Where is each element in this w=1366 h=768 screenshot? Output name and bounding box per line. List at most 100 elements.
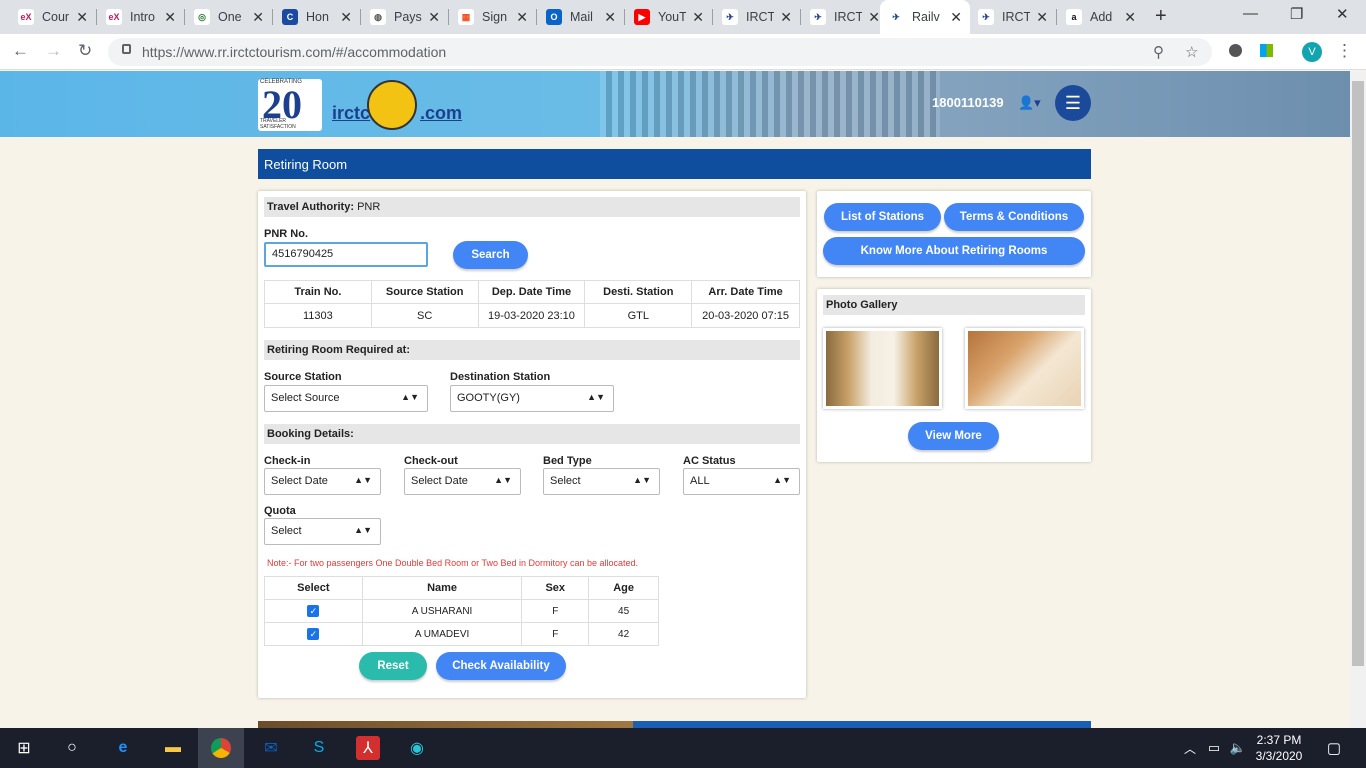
browser-tab[interactable]: ✈ Railv ✕ — [880, 0, 970, 34]
more-menu-icon[interactable]: ⋮ — [1336, 41, 1353, 61]
browser-tab[interactable]: ✈ IRCT ✕ — [802, 0, 888, 34]
notifications-icon[interactable]: ▢ — [1322, 736, 1346, 760]
youtube-icon: ▶ — [634, 9, 650, 25]
tab-close-icon[interactable]: ✕ — [1036, 9, 1048, 26]
show-hidden-icons[interactable]: ︿ — [1178, 736, 1202, 760]
address-bar[interactable]: https://www.rr.irctctourism.com/#/accomm… — [108, 38, 1212, 66]
chrome-icon[interactable] — [209, 736, 233, 760]
anniversary-logo[interactable]: CELEBRATING 20 TRAVELER SATISFACTION — [258, 79, 322, 131]
minimize-icon[interactable]: — — [1243, 5, 1258, 22]
irctc-train-logo — [367, 80, 417, 130]
destination-station-select[interactable]: GOOTY(GY) ▲▼ — [450, 385, 614, 412]
source-station-select[interactable]: Select Source ▲▼ — [264, 385, 428, 412]
tab-close-icon[interactable]: ✕ — [692, 9, 704, 26]
new-tab-button[interactable]: + — [1155, 5, 1167, 28]
ac-status-select[interactable]: ALL ▲▼ — [683, 468, 800, 495]
gallery-photo[interactable] — [823, 328, 942, 409]
table-header: Arr. Date Time — [691, 280, 800, 304]
tab-close-icon[interactable]: ✕ — [868, 9, 880, 26]
tab-close-icon[interactable]: ✕ — [604, 9, 616, 26]
tab-separator — [272, 9, 273, 25]
volume-icon[interactable]: 🔈 — [1226, 736, 1250, 760]
file-explorer-icon[interactable]: ▬ — [161, 736, 185, 760]
outlook-icon[interactable]: ✉ — [259, 736, 283, 760]
reload-icon[interactable]: ↻ — [78, 41, 92, 61]
terms-conditions-button[interactable]: Terms & Conditions — [944, 203, 1084, 231]
tab-close-icon[interactable]: ✕ — [428, 9, 440, 26]
tab-close-icon[interactable]: ✕ — [340, 9, 352, 26]
footer-banner — [258, 721, 1091, 728]
app-icon[interactable]: ◉ — [405, 736, 429, 760]
tab-separator — [360, 9, 361, 25]
tab-close-icon[interactable]: ✕ — [252, 9, 264, 26]
tab-close-icon[interactable]: ✕ — [164, 9, 176, 26]
extension-icon[interactable] — [1229, 44, 1242, 57]
brand-name-right[interactable]: .com — [420, 103, 462, 124]
system-clock[interactable]: 2:37 PM 3/3/2020 — [1252, 732, 1306, 764]
select-arrow-icon: ▲▼ — [401, 392, 419, 402]
source-station-label: Source Station — [264, 371, 342, 383]
browser-tab[interactable]: a Add ✕ — [1058, 0, 1144, 34]
scrollbar-thumb[interactable] — [1352, 81, 1364, 666]
tab-separator — [712, 9, 713, 25]
close-window-icon[interactable]: ✕ — [1336, 5, 1349, 23]
browser-tab[interactable]: ▦ Sign ✕ — [450, 0, 536, 34]
bed-type-select[interactable]: Select ▲▼ — [543, 468, 660, 495]
select-arrow-icon: ▲▼ — [354, 475, 372, 485]
tab-close-icon[interactable]: ✕ — [950, 9, 962, 26]
browser-tab[interactable]: ▶ YouT ✕ — [626, 0, 712, 34]
checkout-select[interactable]: Select Date ▲▼ — [404, 468, 521, 495]
browser-tab[interactable]: ✈ IRCT ✕ — [970, 0, 1056, 34]
hamburger-menu-button[interactable]: ☰ — [1055, 85, 1091, 121]
travel-authority-section: Travel Authority: PNR — [264, 197, 800, 217]
checkin-select[interactable]: Select Date ▲▼ — [264, 468, 381, 495]
know-more-button[interactable]: Know More About Retiring Rooms — [823, 237, 1085, 265]
windows-extension-icon[interactable] — [1260, 44, 1273, 57]
pnr-input[interactable]: 4516790425 — [264, 242, 428, 267]
network-icon[interactable]: ▭ — [1202, 736, 1226, 760]
browser-tab-strip: + — ❐ ✕ eX Cour ✕ eX Intro ✕ ◎ One ✕ C Hon ✕ ◍ Pays ✕ ▦… — [0, 0, 1366, 34]
outlook-icon: O — [546, 9, 562, 25]
browser-tab[interactable]: eX Cour ✕ — [10, 0, 96, 34]
search-icon[interactable]: ○ — [60, 736, 84, 760]
passenger-checkbox[interactable]: ✓ — [307, 628, 320, 640]
windows-start-icon[interactable]: ⊞ — [12, 736, 36, 760]
forward-icon[interactable]: → — [45, 41, 62, 61]
back-icon[interactable]: ← — [12, 41, 29, 61]
reset-button[interactable]: Reset — [359, 652, 427, 680]
page-scrollbar[interactable] — [1350, 71, 1366, 728]
view-more-button[interactable]: View More — [908, 422, 999, 450]
search-button[interactable]: Search — [453, 241, 528, 269]
train-details-table: Train No. Source Station Dep. Date Time … — [264, 280, 800, 328]
browser-tab[interactable]: ◍ Pays ✕ — [362, 0, 448, 34]
profile-avatar[interactable]: V — [1302, 42, 1322, 62]
bookmark-star-icon[interactable]: ☆ — [1185, 43, 1198, 61]
brand-name-left[interactable]: irctc — [332, 103, 370, 124]
browser-tab[interactable]: ◎ One ✕ — [186, 0, 272, 34]
tab-title: Add — [1090, 10, 1113, 24]
browser-tab[interactable]: eX Intro ✕ — [98, 0, 184, 34]
quota-select[interactable]: Select ▲▼ — [264, 518, 381, 545]
zoom-icon[interactable]: ⚲ — [1153, 43, 1164, 61]
table-header: Sex — [521, 576, 590, 600]
passenger-checkbox[interactable]: ✓ — [307, 605, 320, 617]
tab-close-icon[interactable]: ✕ — [1124, 9, 1136, 26]
tab-separator — [624, 9, 625, 25]
user-account-icon[interactable]: 👤▾ — [1018, 95, 1041, 111]
skype-icon[interactable]: S — [307, 736, 331, 760]
list-of-stations-button[interactable]: List of Stations — [824, 203, 941, 231]
edge-icon[interactable]: e — [111, 736, 135, 760]
checkout-label: Check-out — [404, 455, 458, 467]
tab-close-icon[interactable]: ✕ — [780, 9, 792, 26]
tab-close-icon[interactable]: ✕ — [76, 9, 88, 26]
browser-tab[interactable]: ✈ IRCT ✕ — [714, 0, 800, 34]
browser-tab[interactable]: C Hon ✕ — [274, 0, 360, 34]
restore-icon[interactable]: ❐ — [1290, 5, 1303, 23]
gallery-photo[interactable] — [965, 328, 1084, 409]
tab-separator — [1056, 9, 1057, 25]
browser-tab[interactable]: O Mail ✕ — [538, 0, 624, 34]
tab-close-icon[interactable]: ✕ — [516, 9, 528, 26]
table-cell: GTL — [584, 303, 693, 328]
check-availability-button[interactable]: Check Availability — [436, 652, 566, 680]
acrobat-icon[interactable]: ⅄ — [356, 736, 380, 760]
